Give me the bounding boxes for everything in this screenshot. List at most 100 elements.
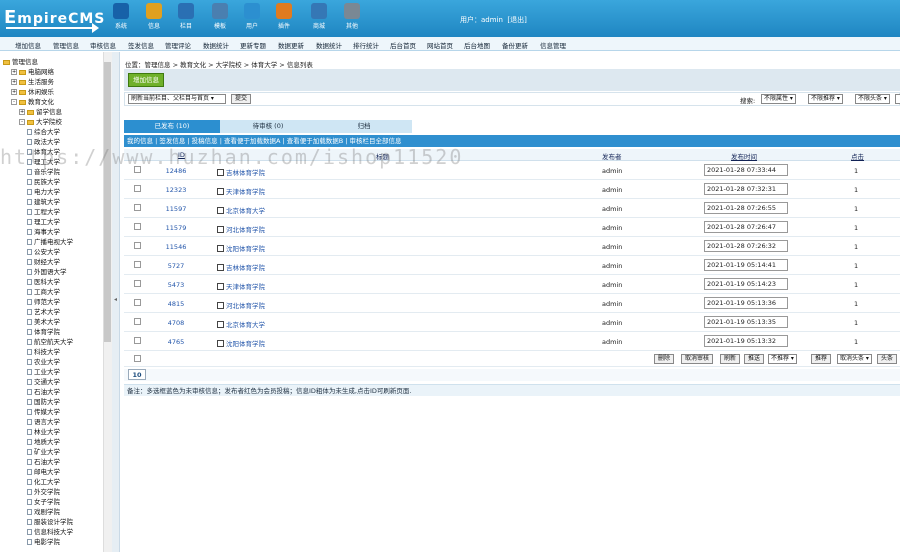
row-date-field[interactable]: 2021-01-19 05:14:41 <box>704 259 788 271</box>
batch-action-5[interactable]: 推荐 <box>811 354 832 364</box>
menu-item[interactable]: 管理信息 <box>53 40 79 50</box>
row-id-link[interactable]: 11579 <box>154 224 198 232</box>
row-checkbox[interactable] <box>134 280 141 287</box>
row-id-link[interactable]: 4815 <box>154 300 198 308</box>
tree-item[interactable]: 矿业大学 <box>27 446 60 456</box>
attribute-filter-select[interactable]: 不限属性 ▾ <box>761 94 796 104</box>
tree-item[interactable]: 石油大学 <box>27 386 60 396</box>
tree-item[interactable]: 航空航天大学 <box>27 336 73 346</box>
add-info-button[interactable]: 增加信息 <box>128 73 164 87</box>
tree-item[interactable]: 邮电大学 <box>27 466 60 476</box>
select-all-checkbox[interactable] <box>134 355 141 362</box>
row-date-field[interactable]: 2021-01-19 05:13:35 <box>704 316 788 328</box>
tree-item[interactable]: 服装设计学院 <box>27 516 73 526</box>
menu-item[interactable]: 信息管理 <box>540 40 566 50</box>
tree-item[interactable]: + 休闲娱乐 <box>11 86 54 96</box>
nav-tools-button[interactable]: 插件 <box>271 3 297 30</box>
search-input[interactable] <box>895 94 900 104</box>
row-title-link[interactable]: 沈阳体育学院 <box>217 338 265 348</box>
tree-item[interactable]: 化工大学 <box>27 476 60 486</box>
edit-icon[interactable] <box>217 321 224 328</box>
tab-pending[interactable]: 待审核 (0) <box>220 120 316 133</box>
tree-item[interactable]: + 生活服务 <box>11 76 54 86</box>
tree-item[interactable]: 电影学院 <box>27 536 60 546</box>
tree-item[interactable]: + 留学信息 <box>19 106 62 116</box>
menu-item[interactable]: 更新专题 <box>240 40 266 50</box>
tree-item[interactable]: 信息科技大学 <box>27 526 73 536</box>
tree-item[interactable]: 农业大学 <box>27 356 60 366</box>
row-title-link[interactable]: 吉林体育学院 <box>217 262 265 272</box>
row-checkbox[interactable] <box>134 204 141 211</box>
menu-item[interactable]: 增加信息 <box>15 40 41 50</box>
column-publish-time[interactable]: 发布时间 <box>731 151 757 161</box>
tree-item[interactable]: 国防大学 <box>27 396 60 406</box>
expand-icon[interactable]: + <box>11 69 17 75</box>
menu-item[interactable]: 签发信息 <box>128 40 154 50</box>
row-title-link[interactable]: 河北体育学院 <box>217 224 265 234</box>
row-checkbox[interactable] <box>134 299 141 306</box>
row-id-link[interactable]: 4765 <box>154 338 198 346</box>
tree-item[interactable]: 工程大学 <box>27 206 60 216</box>
menu-item[interactable]: 数据更新 <box>278 40 304 50</box>
tree-item[interactable]: 民族大学 <box>27 176 60 186</box>
edit-icon[interactable] <box>217 188 224 195</box>
tree-item[interactable]: - 大学院校 <box>19 116 62 126</box>
nav-document-pencil-button[interactable]: 信息 <box>141 3 167 30</box>
expand-icon[interactable]: + <box>11 79 17 85</box>
row-title-link[interactable]: 天津体育学院 <box>217 281 265 291</box>
tree-item[interactable]: 财经大学 <box>27 256 60 266</box>
edit-icon[interactable] <box>217 207 224 214</box>
recommend-filter-select[interactable]: 不限推荐 ▾ <box>808 94 843 104</box>
collapse-icon[interactable]: - <box>19 119 25 125</box>
row-id-link[interactable]: 5727 <box>154 262 198 270</box>
row-title-link[interactable]: 河北体育学院 <box>217 300 265 310</box>
tree-item[interactable]: 工业大学 <box>27 366 60 376</box>
row-date-field[interactable]: 2021-01-19 05:14:23 <box>704 278 788 290</box>
nav-folder-button[interactable]: 栏目 <box>173 3 199 30</box>
tree-item[interactable]: 公安大学 <box>27 246 60 256</box>
nav-user-button[interactable]: 用户 <box>239 3 265 30</box>
nav-globe-button[interactable]: 系统 <box>108 3 134 30</box>
row-title-link[interactable]: 沈阳体育学院 <box>217 243 265 253</box>
menu-item[interactable]: 数据统计 <box>316 40 342 50</box>
sidebar-scroll-thumb[interactable] <box>104 62 111 342</box>
tree-item[interactable]: 传媒大学 <box>27 406 60 416</box>
tree-item[interactable]: 林业大学 <box>27 426 60 436</box>
edit-icon[interactable] <box>217 283 224 290</box>
row-checkbox[interactable] <box>134 337 141 344</box>
tree-item[interactable]: 外交学院 <box>27 486 60 496</box>
row-title-link[interactable]: 北京体育大学 <box>217 205 265 215</box>
row-date-field[interactable]: 2021-01-28 07:26:47 <box>704 221 788 233</box>
edit-icon[interactable] <box>217 340 224 347</box>
row-checkbox[interactable] <box>134 261 141 268</box>
tree-item[interactable]: 科技大学 <box>27 346 60 356</box>
headline-filter-select[interactable]: 不限头条 ▾ <box>855 94 890 104</box>
batch-action-0[interactable]: 删除 <box>654 354 675 364</box>
batch-action-6[interactable]: 取消头条 ▾ <box>837 354 872 364</box>
row-checkbox[interactable] <box>134 318 141 325</box>
row-checkbox[interactable] <box>134 242 141 249</box>
edit-icon[interactable] <box>217 169 224 176</box>
batch-action-3[interactable]: 推送 <box>744 354 765 364</box>
row-title-link[interactable]: 天津体育学院 <box>217 186 265 196</box>
tree-item[interactable]: 体育学院 <box>27 326 60 336</box>
menu-item[interactable]: 网站首页 <box>427 40 453 50</box>
edit-icon[interactable] <box>217 245 224 252</box>
tree-item[interactable]: 地质大学 <box>27 436 60 446</box>
row-date-field[interactable]: 2021-01-28 07:33:44 <box>704 164 788 176</box>
edit-icon[interactable] <box>217 264 224 271</box>
edit-icon[interactable] <box>217 302 224 309</box>
column-clicks[interactable]: 点击 <box>851 151 864 161</box>
tab-archive[interactable]: 归档 <box>316 120 412 133</box>
menu-item[interactable]: 数据统计 <box>203 40 229 50</box>
tree-item[interactable]: 综合大学 <box>27 126 60 136</box>
row-id-link[interactable]: 5473 <box>154 281 198 289</box>
batch-action-7[interactable]: 头条 <box>877 354 898 364</box>
menu-item[interactable]: 备份更新 <box>502 40 528 50</box>
tree-item[interactable]: 师范大学 <box>27 296 60 306</box>
frame-splitter[interactable]: ◂ <box>112 52 120 552</box>
row-date-field[interactable]: 2021-01-19 05:13:32 <box>704 335 788 347</box>
refresh-submit-button[interactable]: 提交 <box>231 94 252 104</box>
tree-item[interactable]: 交通大学 <box>27 376 60 386</box>
collapse-arrow-icon[interactable]: ◂ <box>114 296 117 303</box>
